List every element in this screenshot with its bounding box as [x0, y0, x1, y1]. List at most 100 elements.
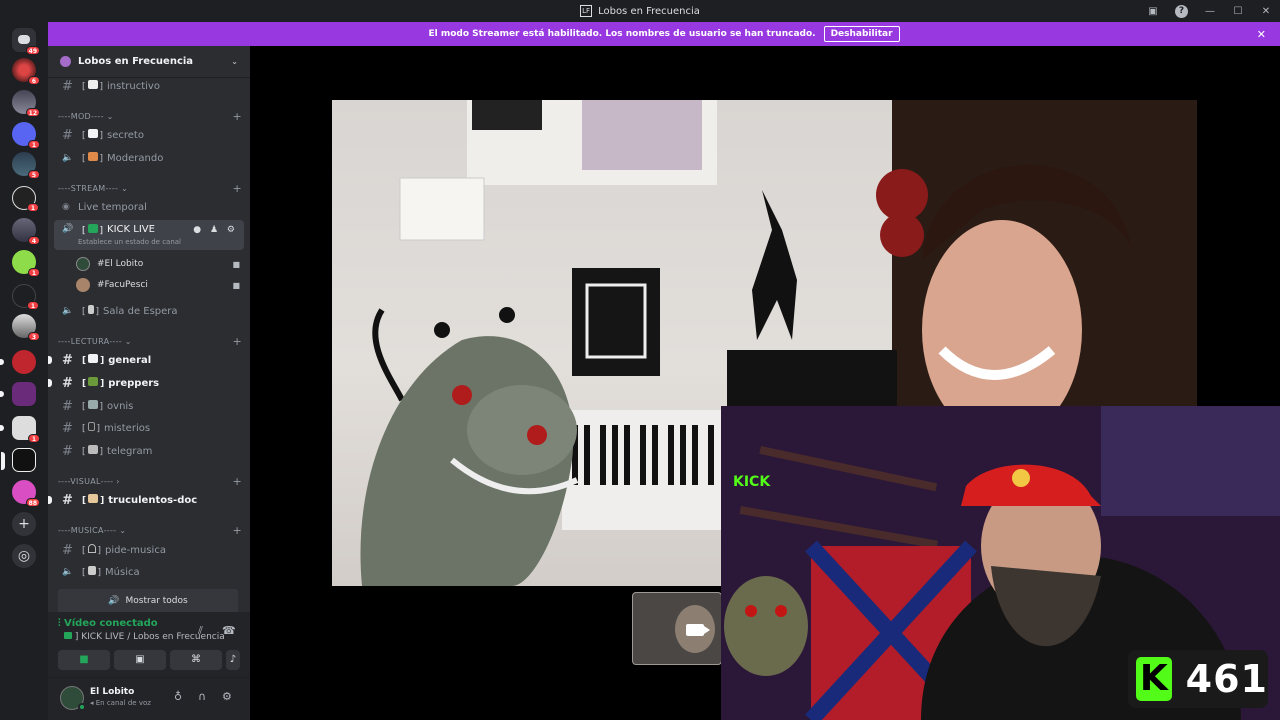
soundboard-button[interactable]: ♪	[226, 650, 240, 670]
server-icon[interactable]	[0, 382, 36, 406]
maximize-button[interactable]: ☐	[1224, 6, 1252, 17]
disconnect-icon[interactable]: ☎	[222, 624, 236, 637]
online-status-dot	[78, 703, 86, 711]
server-icon[interactable]	[0, 350, 36, 374]
server-icon[interactable]: 5	[12, 152, 40, 179]
server-badge: 1	[28, 140, 40, 149]
channel-label: instructivo	[107, 80, 160, 92]
channel-label: telegram	[107, 445, 153, 457]
server-icon[interactable]: 4	[12, 218, 40, 245]
noise-suppression-icon[interactable]: ⫽	[198, 624, 203, 638]
channel-misterios[interactable]: #[] misterios	[54, 418, 244, 438]
camera-icon: ■	[232, 280, 240, 290]
server-icon[interactable]: 3	[12, 314, 40, 341]
channel-kick-live[interactable]: 🔊[] KICK LIVE Establece un estado de cana…	[54, 220, 244, 250]
channel-truculentos-doc[interactable]: #[] truculentos-doc	[48, 490, 244, 510]
voice-user-facupesci[interactable]: #FacuPesci ■	[76, 276, 240, 294]
channel-moderando[interactable]: 🔈[] Moderando	[54, 148, 244, 168]
channel-ovnis[interactable]: #[] ovnis	[54, 396, 244, 416]
discord-server-icon[interactable]: 1	[12, 122, 40, 149]
minimize-button[interactable]: —	[1196, 6, 1224, 17]
channel-label: general	[108, 354, 152, 366]
speaker-icon: 🔈	[62, 153, 74, 163]
add-channel-icon[interactable]: +	[232, 524, 242, 537]
explore-icon[interactable]: ◎	[12, 544, 36, 568]
server-badge: 5	[28, 170, 40, 179]
add-channel-icon[interactable]: +	[232, 182, 242, 195]
channel-sala-espera[interactable]: 🔈[] Sala de Espera	[54, 301, 244, 321]
channel-general[interactable]: #[] general	[48, 350, 244, 370]
hash-icon: #	[62, 352, 73, 368]
channel-label: KICK LIVE	[107, 224, 155, 235]
streamer-mode-banner: El modo Streamer está habilitado. Los no…	[48, 22, 1280, 46]
hash-icon: #	[62, 398, 73, 414]
voice-location-text: KICK LIVE / Lobos en Frecuencia	[81, 632, 225, 642]
channel-label: misterios	[104, 422, 151, 434]
channel-label: Live temporal	[78, 201, 147, 213]
voice-user-name: #FacuPesci	[97, 280, 148, 290]
category-label: ----MUSICA----	[58, 526, 117, 535]
inbox-icon[interactable]: ▣	[1139, 6, 1167, 17]
channel-label: secreto	[107, 129, 144, 141]
channel-live-temporal[interactable]: ◉ Live temporal	[54, 197, 244, 217]
channel-preppers[interactable]: #[] preppers	[48, 373, 244, 393]
server-icon[interactable]: 1	[12, 186, 39, 212]
server-icon[interactable]: 1	[12, 250, 40, 277]
user-status: ◂ En canal de voz	[90, 699, 151, 707]
channel-telegram[interactable]: #[] telegram	[54, 441, 244, 461]
channel-secreto[interactable]: #[] secreto	[54, 125, 244, 145]
channel-musica[interactable]: 🔈[] Música	[54, 562, 244, 582]
kick-logo-icon: K	[1136, 657, 1172, 701]
category-lectura[interactable]: ----LECTURA---- ⌄ +	[58, 335, 242, 348]
channel-status-prompt[interactable]: Establece un estado de canal	[78, 238, 181, 246]
add-channel-icon[interactable]: +	[232, 335, 242, 348]
channel-label: Moderando	[107, 152, 164, 164]
server-icon[interactable]: 12	[12, 90, 40, 117]
home-discord-icon[interactable]: 49	[12, 28, 40, 55]
category-mod[interactable]: ----MOD---- ⌄ +	[58, 110, 242, 123]
category-visual[interactable]: ----VISUAL---- › +	[58, 475, 242, 488]
server-rail: 49 6 12 1 5 1 4 1 1 3 1 88 + ◎	[0, 22, 48, 720]
voice-status[interactable]: ⫶ Vídeo conectado	[58, 618, 158, 629]
voice-user-el-lobito[interactable]: #El Lobito ■	[76, 255, 240, 273]
close-icon[interactable]: ✕	[1257, 28, 1266, 41]
screen-share-button[interactable]: ▣	[114, 650, 166, 670]
category-label: ----MOD----	[58, 112, 104, 121]
camera-button[interactable]: ■	[58, 650, 110, 670]
lobos-server-icon[interactable]	[1, 448, 36, 472]
channel-label: Música	[105, 566, 140, 578]
channel-label: preppers	[108, 377, 160, 389]
username[interactable]: El Lobito	[90, 687, 134, 697]
activities-button[interactable]: ⌘	[170, 650, 222, 670]
server-icon[interactable]: 88	[12, 480, 40, 507]
server-icon[interactable]: 1	[0, 416, 40, 443]
speaker-icon: 🔊	[62, 224, 74, 234]
camera-icon: ■	[232, 259, 240, 269]
channel-controls[interactable]: ● ♟ ⚙	[193, 225, 238, 235]
show-all-button[interactable]: 🔊 Mostrar todos	[58, 589, 238, 613]
server-icon[interactable]: 6	[12, 58, 40, 85]
add-channel-icon[interactable]: +	[232, 475, 242, 488]
channel-instructivo[interactable]: #[] instructivo	[54, 76, 244, 96]
server-icon[interactable]: 1	[12, 284, 39, 310]
channel-pide-musica[interactable]: #[] pide-musica	[54, 540, 244, 560]
close-window-button[interactable]: ✕	[1252, 6, 1280, 17]
channel-label: pide-musica	[105, 544, 166, 556]
category-musica[interactable]: ----MUSICA---- ⌄ +	[58, 524, 242, 537]
self-video-tile[interactable]	[632, 592, 722, 665]
settings-gear-icon[interactable]: ⚙	[222, 690, 232, 703]
channel-label: truculentos-doc	[108, 494, 198, 506]
help-icon[interactable]: ?	[1175, 4, 1188, 18]
guild-header[interactable]: Lobos en Frecuencia ⌄	[48, 46, 250, 78]
viewer-count-value: 461	[1185, 657, 1268, 701]
category-stream[interactable]: ----STREAM---- ⌄ +	[58, 182, 242, 195]
add-channel-icon[interactable]: +	[232, 110, 242, 123]
banner-message: El modo Streamer está habilitado. Los no…	[428, 29, 816, 39]
hash-icon: #	[62, 127, 73, 143]
headphones-icon[interactable]: ∩	[198, 690, 206, 703]
window-titlebar: LF Lobos en Frecuencia ▣ ? — ☐ ✕	[0, 0, 1280, 22]
add-server-icon[interactable]: +	[12, 512, 36, 536]
microphone-icon[interactable]: ♁	[174, 690, 182, 703]
disable-streamer-button[interactable]: Deshabilitar	[823, 26, 900, 42]
server-badge: 12	[25, 108, 40, 117]
